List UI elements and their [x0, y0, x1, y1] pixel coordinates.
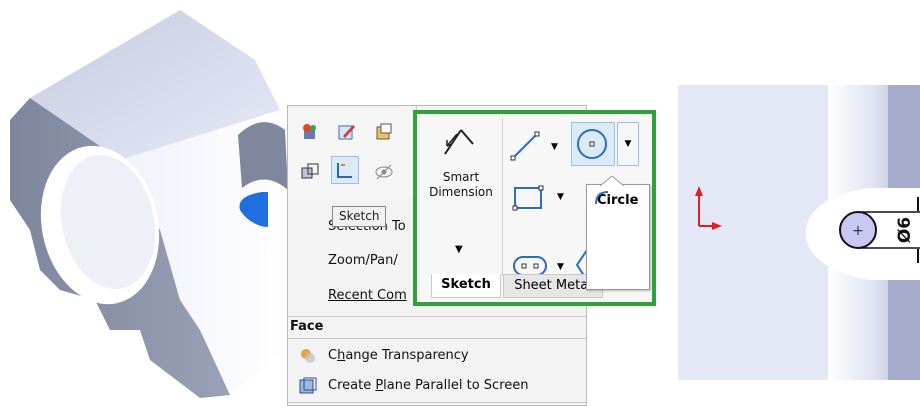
chevron-down-icon[interactable]: ▼ — [551, 142, 558, 152]
chevron-down-icon[interactable]: ▼ — [557, 262, 564, 272]
appearance-icon[interactable] — [296, 118, 324, 146]
label-part: C — [328, 348, 338, 363]
circle-tool-icon — [577, 129, 607, 159]
menu-item-recent-commands[interactable]: Recent Com — [328, 288, 407, 303]
menu-separator — [288, 338, 586, 339]
transparency-icon — [298, 346, 318, 366]
smart-dimension-label: Dimension — [429, 185, 493, 199]
smart-dimension-icon — [444, 129, 474, 155]
circle-tool-button[interactable] — [571, 122, 615, 166]
normal-to-icon[interactable] — [296, 158, 324, 186]
dimension-label[interactable]: Ø6 — [895, 217, 915, 243]
rectangle-tool-icon[interactable] — [511, 184, 547, 214]
menu-separator — [288, 402, 586, 403]
sketch-icon[interactable] — [331, 156, 359, 184]
menu-item-change-transparency[interactable]: Change Transparency — [328, 348, 469, 363]
label-mnemonic: P — [375, 378, 384, 393]
line-tool-icon[interactable] — [509, 128, 543, 162]
label-part: Create — [328, 378, 376, 393]
context-mini-toolbar — [288, 106, 417, 196]
smart-dimension-button[interactable]: Smart Dimension ▼ — [421, 118, 501, 268]
menu-item-zoom-pan[interactable]: Zoom/Pan/ — [328, 253, 398, 268]
chevron-down-icon[interactable]: ▼ — [617, 122, 639, 166]
center-point-icon: + — [852, 223, 864, 239]
tooltip-pointer — [600, 176, 624, 186]
chevron-down-icon[interactable]: ▼ — [455, 244, 463, 255]
menu-separator — [288, 316, 586, 317]
ribbon-divider — [502, 118, 503, 276]
part-3d-view[interactable] — [0, 0, 300, 406]
plane-icon — [298, 376, 318, 396]
sketch-graphics-area[interactable]: + Ø6 — [678, 85, 920, 380]
menu-item-create-plane-parallel[interactable]: Create Plane Parallel to Screen — [328, 378, 529, 393]
arc-tool-icon[interactable] — [592, 190, 612, 206]
sketch-tooltip: Sketch — [332, 206, 387, 227]
tab-sketch[interactable]: Sketch — [431, 274, 501, 298]
smart-dimension-label: Smart — [442, 170, 480, 184]
label-part: ange Transparency — [345, 348, 469, 363]
chevron-down-icon[interactable]: ▼ — [557, 192, 564, 202]
edit-sketch-icon[interactable] — [333, 118, 361, 146]
label-part: lane Parallel to Screen — [383, 378, 529, 393]
menu-section-face: Face — [290, 319, 324, 334]
hide-icon[interactable] — [370, 158, 398, 186]
edit-part-icon[interactable] — [370, 118, 398, 146]
